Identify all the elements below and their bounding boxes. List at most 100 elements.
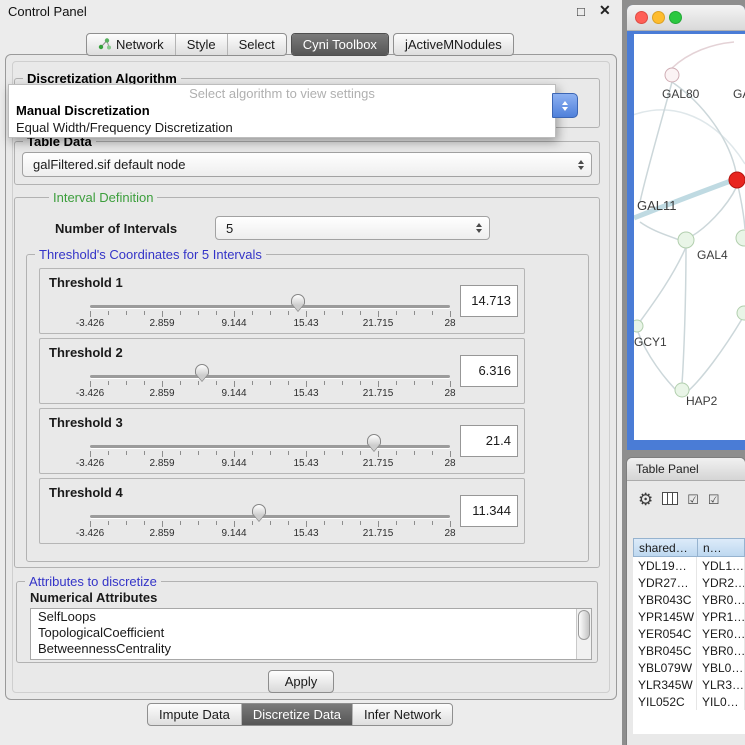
- table-row[interactable]: YIL052CYIL0…: [633, 693, 745, 710]
- slider-tick: [360, 381, 361, 385]
- slider-tick: [414, 521, 415, 525]
- table-cell[interactable]: YDL19…: [633, 557, 697, 574]
- zoom-traffic-light-icon[interactable]: [669, 11, 682, 24]
- slider-tick: [360, 311, 361, 315]
- table-row[interactable]: YDR27…YDR2…: [633, 574, 745, 591]
- slider-tick: [432, 451, 433, 455]
- network-node[interactable]: [634, 320, 643, 332]
- node-label-gal11: GAL11: [637, 198, 677, 213]
- slider-tick: [306, 521, 307, 527]
- slider-thumb[interactable]: [252, 504, 266, 516]
- minimize-traffic-light-icon[interactable]: [652, 11, 665, 24]
- column-header-name[interactable]: n…: [697, 538, 745, 557]
- slider-tick: [324, 381, 325, 385]
- list-item[interactable]: TopologicalCoefficient: [31, 625, 591, 641]
- table-row[interactable]: YPR145WYPR1…: [633, 608, 745, 625]
- network-node[interactable]: [737, 306, 745, 320]
- table-cell[interactable]: YLR345W: [633, 676, 697, 693]
- slider-tick: [108, 381, 109, 385]
- list-item[interactable]: SelfLoops: [31, 609, 591, 625]
- slider-track[interactable]: [90, 445, 450, 448]
- tab-network[interactable]: Network: [87, 34, 175, 55]
- tab-infer-network[interactable]: Infer Network: [352, 704, 452, 725]
- list-item[interactable]: BetweennessCentrality: [31, 641, 591, 657]
- table-cell[interactable]: YER054C: [633, 625, 697, 642]
- table-rows: YDL19…YDL1…YDR27…YDR2…YBR043CYBR0…YPR145…: [633, 557, 745, 710]
- tab-impute-data[interactable]: Impute Data: [148, 704, 241, 725]
- slider-tick: [144, 311, 145, 315]
- table-cell[interactable]: YBR045C: [633, 642, 697, 659]
- slider-track[interactable]: [90, 375, 450, 378]
- slider-tick-label: 21.715: [363, 528, 394, 539]
- checkbox-checked-icon[interactable]: ☑: [687, 493, 699, 506]
- slider-thumb[interactable]: [195, 364, 209, 376]
- checkbox-checked-icon[interactable]: ☑: [708, 493, 720, 506]
- apply-button[interactable]: Apply: [268, 670, 334, 693]
- threshold-value-field[interactable]: 21.4: [460, 425, 518, 457]
- network-node[interactable]: [665, 68, 679, 82]
- table-cell[interactable]: YDL1…: [697, 557, 745, 574]
- table-cell[interactable]: YDR2…: [697, 574, 745, 591]
- table-row[interactable]: YLR345WYLR3…: [633, 676, 745, 693]
- table-row[interactable]: YDL19…YDL1…: [633, 557, 745, 574]
- slider-thumb[interactable]: [367, 434, 381, 446]
- table-row[interactable]: YER054CYER0…: [633, 625, 745, 642]
- table-cell[interactable]: YBL079W: [633, 659, 697, 676]
- number-of-intervals-combo[interactable]: 5: [215, 216, 490, 240]
- tab-select[interactable]: Select: [227, 34, 286, 55]
- slider-tick: [342, 451, 343, 455]
- table-cell[interactable]: YDR27…: [633, 574, 697, 591]
- slider-track[interactable]: [90, 305, 450, 308]
- tab-cyni-toolbox[interactable]: Cyni Toolbox: [292, 34, 388, 55]
- columns-icon[interactable]: [662, 492, 678, 507]
- maximize-icon[interactable]: □: [577, 4, 585, 19]
- column-header-shared-name[interactable]: shared…: [633, 538, 697, 557]
- gear-icon[interactable]: ⚙: [638, 491, 653, 508]
- slider-tick: [198, 381, 199, 385]
- close-traffic-light-icon[interactable]: [635, 11, 648, 24]
- scrollbar-thumb[interactable]: [578, 610, 590, 640]
- threshold-value-field[interactable]: 11.344: [460, 495, 518, 527]
- network-canvas[interactable]: GAL80 GA GAL11 GAL4 GCY1 HAP2: [634, 34, 745, 440]
- threshold-panel: Threshold 1-3.4262.8599.14415.4321.71528…: [39, 268, 525, 334]
- table-panel-titlebar[interactable]: Table Panel: [627, 458, 745, 481]
- table-cell[interactable]: YBR043C: [633, 591, 697, 608]
- network-node[interactable]: [678, 232, 694, 248]
- threshold-value-field[interactable]: 14.713: [460, 285, 518, 317]
- network-node-selected-red[interactable]: [729, 172, 745, 188]
- slider-tick: [414, 451, 415, 455]
- list-scrollbar[interactable]: [576, 609, 591, 659]
- numerical-attributes-label: Numerical Attributes: [30, 590, 157, 605]
- slider-tick-label: 9.144: [221, 528, 246, 539]
- table-cell[interactable]: YBL0…: [697, 659, 745, 676]
- slider-thumb[interactable]: [291, 294, 305, 306]
- table-row[interactable]: YBR045CYBR0…: [633, 642, 745, 659]
- algorithm-option-equal-width[interactable]: Equal Width/Frequency Discretization: [9, 119, 555, 136]
- algorithm-combo-stepper[interactable]: [552, 93, 578, 118]
- desktop-background: GAL80 GA GAL11 GAL4 GCY1 HAP2 Table Pane…: [622, 0, 745, 745]
- table-cell[interactable]: YER0…: [697, 625, 745, 642]
- slider-tick: [90, 311, 91, 317]
- close-icon[interactable]: ✕: [599, 2, 611, 19]
- tab-discretize-data[interactable]: Discretize Data: [241, 704, 352, 725]
- network-node[interactable]: [736, 230, 745, 246]
- slider-track[interactable]: [90, 515, 450, 518]
- table-cell[interactable]: YPR1…: [697, 608, 745, 625]
- tab-jactivemnodules[interactable]: jActiveMNodules: [394, 34, 513, 55]
- table-row[interactable]: YBL079WYBL0…: [633, 659, 745, 676]
- table-cell[interactable]: YIL052C: [633, 693, 697, 710]
- table-cell[interactable]: YPR145W: [633, 608, 697, 625]
- threshold-value-field[interactable]: 6.316: [460, 355, 518, 387]
- table-cell[interactable]: YLR3…: [697, 676, 745, 693]
- table-cell[interactable]: YBR0…: [697, 591, 745, 608]
- slider-tick: [414, 311, 415, 315]
- algorithm-placeholder-option: Select algorithm to view settings: [9, 85, 555, 102]
- tab-style[interactable]: Style: [175, 34, 227, 55]
- node-label-gal4: GAL4: [697, 248, 728, 262]
- table-cell[interactable]: YBR0…: [697, 642, 745, 659]
- table-cell[interactable]: YIL0…: [697, 693, 745, 710]
- algorithm-option-manual[interactable]: Manual Discretization: [9, 102, 555, 119]
- table-row[interactable]: YBR043CYBR0…: [633, 591, 745, 608]
- network-window-titlebar[interactable]: [627, 5, 745, 31]
- table-data-combo[interactable]: galFiltered.sif default node: [22, 152, 592, 177]
